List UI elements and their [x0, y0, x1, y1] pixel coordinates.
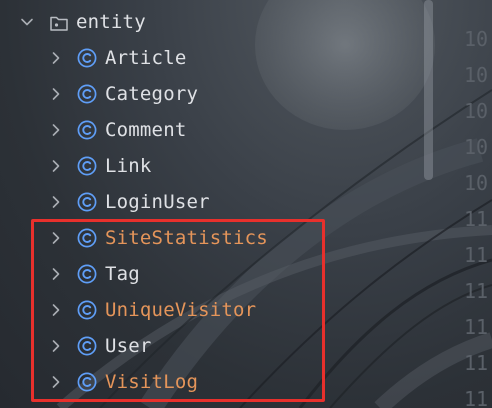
tree-item-label: Article	[105, 47, 187, 69]
line-number: 10	[464, 171, 489, 195]
tree-item-label: Link	[105, 155, 152, 177]
tree-item-label: UniqueVisitor	[105, 299, 257, 321]
chevron-down-icon[interactable]	[20, 15, 34, 29]
line-number: 10	[464, 63, 489, 87]
class-icon	[77, 264, 97, 284]
class-icon	[77, 372, 97, 392]
tree-item-label: Category	[105, 83, 199, 105]
line-number: 11	[464, 387, 489, 408]
class-icon	[77, 336, 97, 356]
tree-item-link[interactable]: Link	[0, 148, 420, 184]
tree-item-label: VisitLog	[105, 371, 199, 393]
tree-item-label: LoginUser	[105, 191, 210, 213]
line-number: 11	[464, 315, 489, 339]
line-number: 10	[464, 27, 489, 51]
chevron-right-icon[interactable]	[49, 87, 63, 101]
chevron-right-icon[interactable]	[49, 123, 63, 137]
package-folder-icon	[49, 14, 69, 32]
chevron-right-icon[interactable]	[49, 267, 63, 281]
chevron-right-icon[interactable]	[49, 339, 63, 353]
tree-item-uniquevisitor[interactable]: UniqueVisitor	[0, 292, 420, 328]
tree-item-label: User	[105, 335, 152, 357]
tree-item-visitlog[interactable]: VisitLog	[0, 364, 420, 400]
tree-item-comment[interactable]: Comment	[0, 112, 420, 148]
chevron-right-icon[interactable]	[49, 303, 63, 317]
package-label: entity	[76, 11, 146, 33]
line-number: 11	[464, 351, 489, 375]
chevron-right-icon[interactable]	[49, 375, 63, 389]
chevron-right-icon[interactable]	[49, 51, 63, 65]
chevron-right-icon[interactable]	[49, 159, 63, 173]
class-icon	[77, 156, 97, 176]
editor-line-gutter: 10 10 10 10 10 11 11 11 11 11 11	[462, 0, 492, 408]
line-number: 11	[464, 243, 489, 267]
chevron-right-icon[interactable]	[49, 195, 63, 209]
chevron-right-icon[interactable]	[49, 231, 63, 245]
class-icon	[77, 48, 97, 68]
class-icon	[77, 192, 97, 212]
tree-item-article[interactable]: Article	[0, 40, 420, 76]
tree-item-sitestatistics[interactable]: SiteStatistics	[0, 220, 420, 256]
line-number: 10	[464, 135, 489, 159]
class-icon	[77, 228, 97, 248]
line-number: 11	[464, 279, 489, 303]
tree-item-label: Comment	[105, 119, 187, 141]
class-icon	[77, 120, 97, 140]
class-icon	[77, 84, 97, 104]
tree-item-category[interactable]: Category	[0, 76, 420, 112]
project-tree-panel: entity Article Category Comment Link LoginUs…	[0, 0, 492, 408]
class-icon	[77, 300, 97, 320]
tree-package-entity[interactable]: entity	[0, 4, 420, 40]
tree-item-user[interactable]: User	[0, 328, 420, 364]
tree-item-label: Tag	[105, 263, 140, 285]
line-number: 11	[464, 207, 489, 231]
tree-item-tag[interactable]: Tag	[0, 256, 420, 292]
tree-item-label: SiteStatistics	[105, 227, 268, 249]
tree-item-loginuser[interactable]: LoginUser	[0, 184, 420, 220]
vertical-scrollbar[interactable]	[424, 0, 433, 180]
line-number: 10	[464, 99, 489, 123]
project-tree: entity Article Category Comment Link LoginUs…	[0, 0, 420, 408]
